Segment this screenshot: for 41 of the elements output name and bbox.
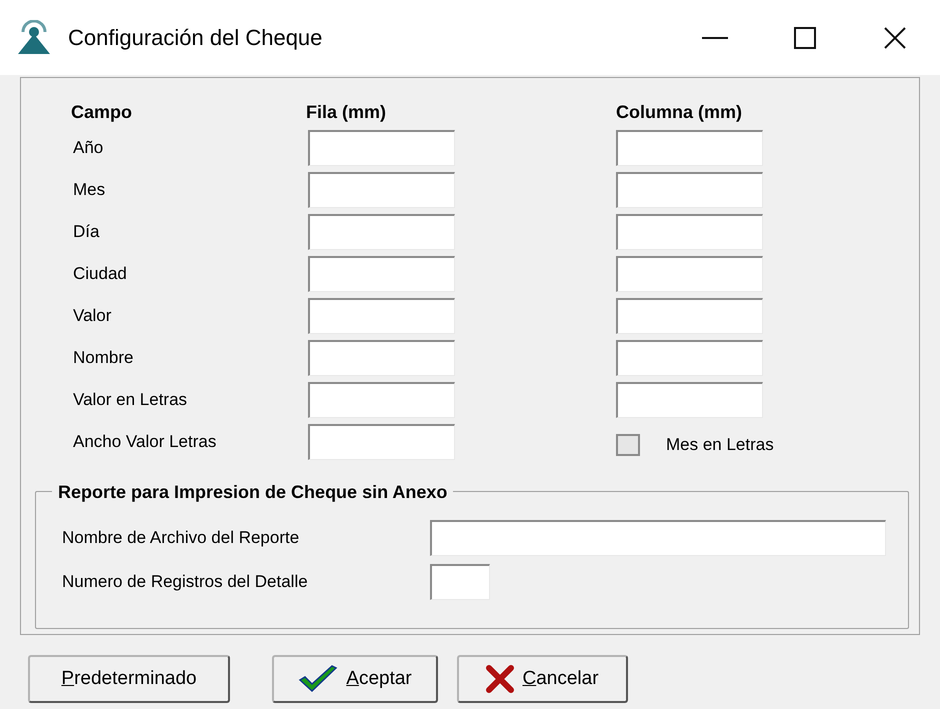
field-label: Mes	[73, 179, 106, 202]
checkbox[interactable]	[616, 434, 640, 456]
field-label: Día	[73, 221, 100, 244]
input-field[interactable]	[308, 298, 455, 334]
input-field[interactable]	[308, 130, 455, 166]
accept-button[interactable]: Aceptar	[272, 655, 438, 703]
field-label: Valor en Letras	[73, 389, 188, 412]
cancel-button[interactable]: Cancelar	[457, 655, 628, 703]
field-label: Ciudad	[73, 263, 128, 286]
input-field[interactable]	[616, 382, 763, 418]
minimize-icon	[702, 36, 728, 38]
field-label: Ancho Valor Letras	[73, 431, 218, 454]
input-field[interactable]	[430, 520, 886, 556]
field-label: Valor	[73, 305, 112, 328]
window-title: Configuración del Cheque	[68, 24, 322, 52]
input-field[interactable]	[616, 172, 763, 208]
input-field[interactable]	[308, 340, 455, 376]
field-label: Nombre	[73, 347, 134, 370]
input-field[interactable]	[308, 382, 455, 418]
input-field[interactable]	[308, 214, 455, 250]
field-label: Año	[73, 137, 104, 160]
column-header: Fila (mm)	[306, 100, 388, 124]
checkbox-label: Mes en Letras	[666, 434, 774, 456]
input-field[interactable]	[308, 256, 455, 292]
checkmark-icon	[298, 664, 338, 694]
input-field[interactable]	[616, 298, 763, 334]
input-field[interactable]	[616, 130, 763, 166]
column-header: Campo	[71, 100, 134, 124]
x-icon	[486, 665, 514, 693]
maximize-icon	[794, 26, 816, 48]
input-field[interactable]	[308, 424, 455, 460]
column-header: Columna (mm)	[616, 100, 743, 124]
input-field[interactable]	[616, 256, 763, 292]
input-field[interactable]	[430, 564, 490, 600]
input-field[interactable]	[308, 172, 455, 208]
input-field[interactable]	[616, 340, 763, 376]
field-label: Nombre de Archivo del Reporte	[62, 527, 300, 550]
close-icon	[884, 26, 906, 48]
default-button[interactable]: Predeterminado	[28, 655, 230, 703]
input-field[interactable]	[616, 214, 763, 250]
field-label: Numero de Registros del Detalle	[62, 571, 309, 594]
